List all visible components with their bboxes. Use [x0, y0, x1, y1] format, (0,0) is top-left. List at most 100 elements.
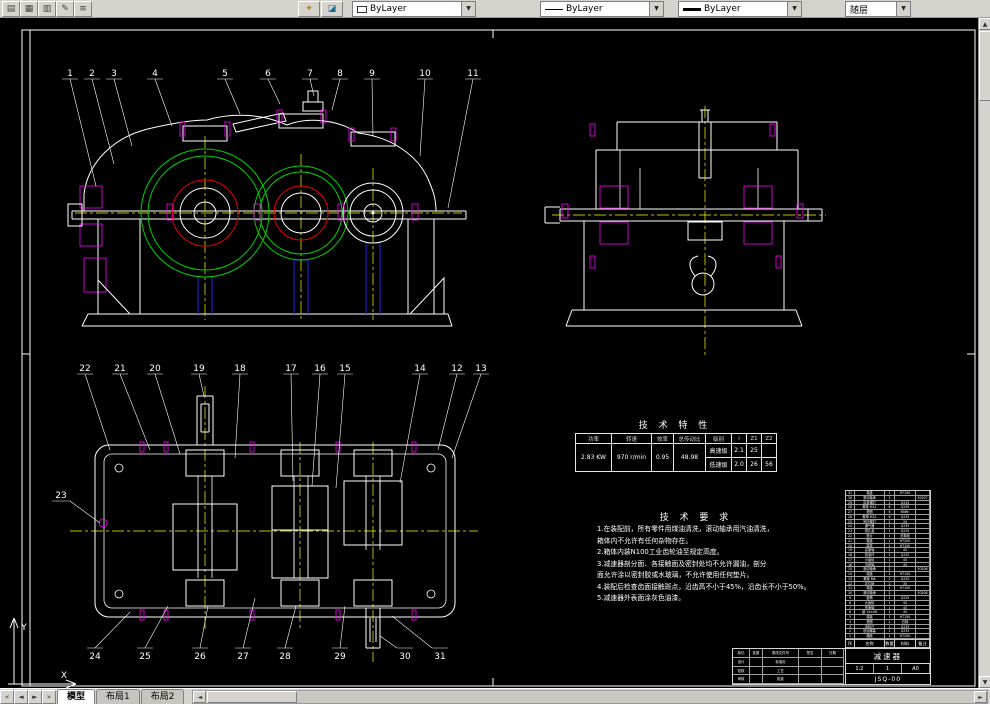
chevron-down-icon[interactable]: ▼ [461, 2, 475, 16]
title-block-cell: 设计 [733, 657, 750, 667]
callout-label[interactable]: 15 [339, 364, 350, 374]
model-space-canvas[interactable]: 1 2 3 4 5 6 7 8 9 10 11 22 21 20 19 18 1… [0, 18, 978, 689]
callout-label[interactable]: 28 [279, 652, 291, 662]
tech-characteristics-title: 技 术 特 性 [638, 421, 712, 431]
scroll-down-icon[interactable]: ▼ [979, 676, 990, 688]
tab-model[interactable]: 模型 [57, 689, 96, 704]
design-center-icon[interactable]: ◪ [321, 1, 343, 17]
front-view[interactable] [67, 90, 467, 327]
callout-label[interactable]: 21 [114, 364, 125, 374]
chevron-down-icon[interactable]: ▼ [896, 2, 910, 16]
cell: 56 [761, 457, 777, 472]
scroll-right-icon[interactable]: ► [974, 691, 987, 703]
callout-label[interactable]: 7 [307, 69, 313, 79]
callout-label[interactable]: 3 [111, 69, 117, 79]
tech-req-line: 面允许涂以密封胶或水玻璃，不允许使用任何垫片。 [597, 571, 754, 579]
title-block-cell [799, 675, 822, 684]
callout-label[interactable]: 14 [414, 364, 426, 374]
ucs-icon: Y X [8, 617, 77, 689]
callout-label[interactable]: 25 [139, 652, 150, 662]
callout-label[interactable]: 6 [265, 69, 271, 79]
cell: i [731, 433, 747, 444]
callout-label[interactable]: 10 [419, 69, 431, 79]
callout-label[interactable]: 5 [222, 69, 228, 79]
linetype-value: ByLayer [566, 4, 603, 14]
callout-label[interactable]: 16 [314, 364, 326, 374]
last-tab-button[interactable]: » [42, 690, 56, 704]
title-block-cell [822, 666, 844, 676]
callout-label[interactable]: 20 [149, 364, 161, 374]
callout-label[interactable]: 18 [234, 364, 246, 374]
next-tab-button[interactable]: ► [28, 690, 42, 704]
oil-level-gauge [689, 255, 717, 296]
scroll-left-icon[interactable]: ◄ [193, 691, 207, 703]
cell: 2.83 KW [575, 443, 612, 472]
callout-label[interactable]: 11 [467, 69, 478, 79]
layers-icon[interactable]: ≡ [74, 1, 92, 17]
title-block-cell: 工艺 [763, 666, 799, 676]
drawing-title: 减速器 [845, 649, 930, 664]
cell: 转速 [611, 433, 652, 444]
callout-label[interactable]: 30 [399, 652, 411, 662]
callout-label[interactable]: 27 [237, 652, 248, 662]
title-block-cell: 审核 [733, 675, 750, 684]
callout-label[interactable]: 24 [89, 652, 101, 662]
cell: 25 [746, 443, 762, 458]
drawing-svg[interactable]: 1 2 3 4 5 6 7 8 9 10 11 22 21 20 19 18 1… [0, 18, 978, 689]
callout-label[interactable]: 22 [79, 364, 90, 374]
side-view[interactable] [544, 106, 826, 356]
color-dropdown[interactable]: ByLayer ▼ [352, 1, 476, 17]
cell: Z1 [746, 433, 762, 444]
callout-label[interactable]: 19 [193, 364, 205, 374]
callout-label[interactable]: 17 [285, 364, 296, 374]
tab-layout1[interactable]: 布局1 [96, 689, 140, 704]
callout-label[interactable]: 29 [334, 652, 346, 662]
vertical-scrollbar[interactable]: ▲ ▼ [978, 18, 990, 688]
lineweight-dropdown[interactable]: ByLayer ▼ [678, 1, 802, 17]
parts-list-table: 31 端盖 1 HT150 30 滚动轴承 2 30207 29 启盖螺钉 1 Q235 28 螺栓 M1… [845, 490, 931, 648]
chevron-down-icon[interactable]: ▼ [649, 2, 663, 16]
cell: 26 [746, 457, 762, 472]
linetype-dropdown[interactable]: ByLayer ▼ [540, 1, 664, 17]
callout-labels[interactable]: 1 2 3 4 5 6 7 8 9 10 11 22 21 20 19 18 1… [55, 69, 486, 662]
plan-view[interactable] [70, 386, 478, 662]
cell: 效率 [651, 433, 674, 444]
chevron-down-icon[interactable]: ▼ [787, 2, 801, 16]
title-block-cell [750, 657, 763, 667]
grid-icon[interactable]: ▥ [38, 1, 56, 17]
callout-label[interactable]: 8 [337, 69, 343, 79]
horizontal-scroll-thumb[interactable] [207, 691, 298, 703]
cell: 高速级 [705, 443, 732, 458]
tech-req-line: 5.减速器外表面涂灰色油漆。 [597, 594, 686, 602]
callout-label[interactable]: 2 [89, 69, 95, 79]
tech-requirements-text: 1.在装配前，所有零件用煤油清洗，滚动轴承用汽油清洗， 箱体内不允许有任何杂物存… [597, 524, 817, 605]
callout-label[interactable]: 4 [152, 69, 158, 79]
list-icon[interactable]: ▤ [2, 1, 20, 17]
callout-label[interactable]: 31 [434, 652, 445, 662]
edit-icon[interactable]: ✎ [56, 1, 74, 17]
cell: 2.1 [731, 443, 747, 458]
title-block-cell [750, 666, 763, 676]
callout-label[interactable]: 1 [67, 69, 73, 79]
prev-tab-button[interactable]: ◄ [14, 690, 28, 704]
make-block-icon[interactable]: ✦ [298, 1, 320, 17]
callout-label[interactable]: 13 [475, 364, 486, 374]
horizontal-scrollbar[interactable]: ◄ ► [192, 690, 988, 704]
table-icon[interactable]: ▦ [20, 1, 38, 17]
plotstyle-dropdown[interactable]: 随层 ▼ [845, 1, 911, 17]
tech-req-line: 箱体内不允许有任何杂物存在。 [597, 536, 693, 545]
callout-label[interactable]: 9 [369, 69, 375, 79]
callout-label[interactable]: 12 [451, 364, 462, 374]
title-block-cell [822, 675, 844, 684]
title-block-main: 减速器 1:2 1 A0 JSQ-00 [844, 649, 930, 684]
tab-layout2[interactable]: 布局2 [140, 689, 185, 704]
vertical-scroll-thumb[interactable] [979, 31, 990, 101]
callout-label[interactable]: 26 [194, 652, 206, 662]
title-block-cell [750, 675, 763, 684]
first-tab-button[interactable]: « [0, 690, 14, 704]
drawing-frame [21, 29, 976, 687]
scroll-up-icon[interactable]: ▲ [979, 18, 990, 30]
callout-label[interactable]: 23 [55, 491, 66, 501]
title-block-revision-grid: 标记 处数 更改文件号 签名 日期 设计 标准化 校核 工艺 审核 批准 [733, 649, 845, 684]
bom-header-cell: 备注 [916, 639, 930, 647]
